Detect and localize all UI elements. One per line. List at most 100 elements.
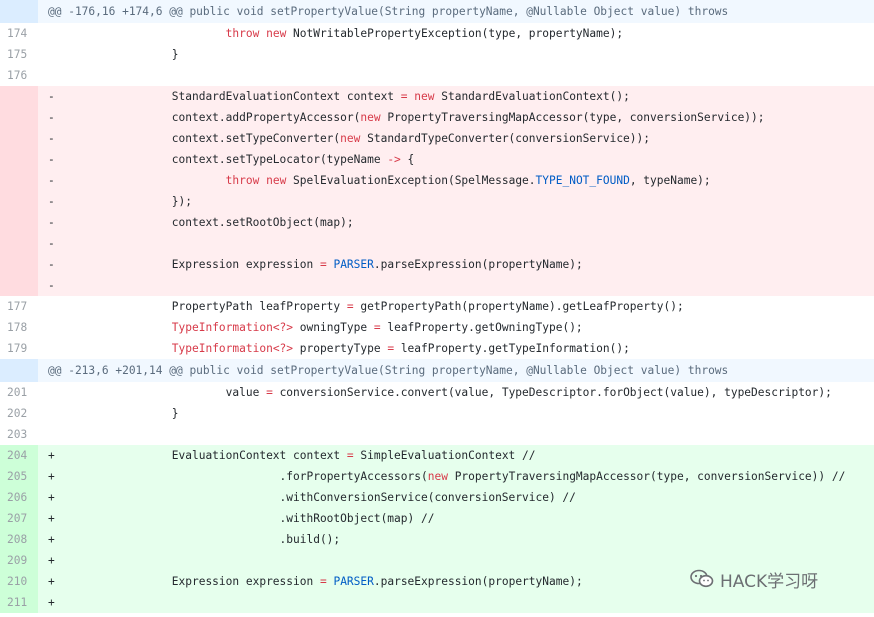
diff-marker	[38, 403, 64, 424]
line-number[interactable]: 207	[0, 508, 38, 529]
diff-marker: -	[48, 258, 55, 271]
line-number[interactable]: 174	[0, 23, 38, 44]
diff-line-ctx: 177 PropertyPath leafProperty = getPrope…	[0, 296, 874, 317]
line-number[interactable]	[0, 107, 38, 128]
code-token: .withConversionService(conversionService…	[64, 491, 576, 504]
diff-marker	[38, 317, 64, 338]
line-number[interactable]: 209	[0, 550, 38, 571]
hunk-header[interactable]: @@ -176,16 +174,6 @@ public void setProp…	[0, 0, 874, 23]
line-number[interactable]	[0, 128, 38, 149]
code-token: SimpleEvaluationContext //	[353, 449, 536, 462]
line-number[interactable]	[0, 233, 38, 254]
diff-line-ctx: 179 TypeInformation<?> propertyType = le…	[0, 338, 874, 359]
diff-marker	[38, 382, 64, 403]
code-token: PropertyTraversingMapAccessor(type, conv…	[380, 111, 765, 124]
code-token: owningType	[293, 321, 374, 334]
code-token: context.setTypeConverter(	[64, 132, 341, 145]
diff-marker: -	[48, 237, 55, 250]
line-number[interactable]	[0, 275, 38, 296]
code-token: PropertyTraversingMapAccessor(type, conv…	[447, 470, 846, 483]
code-token: =	[266, 386, 273, 399]
line-number[interactable]: 205	[0, 466, 38, 487]
code-token: context.setTypeLocator(typeName	[64, 153, 388, 166]
line-number[interactable]: 178	[0, 317, 38, 338]
code-token: TypeInformation<?>	[171, 321, 294, 334]
line-number[interactable]	[0, 212, 38, 233]
line-number[interactable]	[0, 170, 38, 191]
line-number[interactable]: 208	[0, 529, 38, 550]
line-number[interactable]: 202	[0, 403, 38, 424]
code-token: }	[64, 407, 179, 420]
code-token: leafProperty.getTypeInformation();	[394, 342, 630, 355]
diff-view: @@ -176,16 +174,6 @@ public void setProp…	[0, 0, 874, 613]
code-token: =	[373, 321, 381, 334]
code-content	[64, 233, 874, 254]
line-number	[0, 0, 38, 23]
line-number[interactable]	[0, 191, 38, 212]
code-token: .build();	[64, 533, 341, 546]
diff-line-add: 206 + .withConversionService(conversionSe…	[0, 487, 874, 508]
diff-marker: +	[48, 575, 55, 588]
code-content: StandardEvaluationContext context = new …	[64, 86, 874, 107]
code-token: =	[400, 90, 408, 103]
line-number[interactable]	[0, 254, 38, 275]
line-number[interactable]	[0, 149, 38, 170]
line-number[interactable]: 176	[0, 65, 38, 86]
diff-line-del: - StandardEvaluationContext context = ne…	[0, 86, 874, 107]
code-token: =	[319, 258, 327, 271]
diff-line-ctx: 202 }	[0, 403, 874, 424]
code-token: =	[346, 449, 354, 462]
diff-marker	[38, 338, 64, 359]
line-number[interactable]: 179	[0, 338, 38, 359]
code-token: PropertyPath leafProperty	[64, 300, 347, 313]
code-content: TypeInformation<?> propertyType = leafPr…	[64, 338, 874, 359]
code-content: .withRootObject(map) //	[64, 508, 874, 529]
code-token: new	[360, 111, 381, 124]
code-token: TypeInformation<?>	[171, 342, 294, 355]
code-token: }	[64, 48, 179, 61]
line-number[interactable]: 204	[0, 445, 38, 466]
code-token: leafProperty.getOwningType();	[380, 321, 583, 334]
line-number[interactable]	[0, 86, 38, 107]
line-number[interactable]: 175	[0, 44, 38, 65]
code-token: StandardTypeConverter(conversionService)…	[360, 132, 650, 145]
diff-line-del: - context.setRootObject(map);	[0, 212, 874, 233]
code-token: new	[414, 90, 435, 103]
code-content: }	[64, 44, 874, 65]
diff-marker: -	[48, 153, 55, 166]
diff-marker	[38, 296, 64, 317]
code-token: propertyType	[293, 342, 388, 355]
code-token: ->	[387, 153, 401, 166]
code-token: new	[340, 132, 361, 145]
code-token: {	[400, 153, 415, 166]
code-token: throw	[225, 174, 260, 187]
line-number[interactable]: 201	[0, 382, 38, 403]
diff-marker: -	[48, 216, 55, 229]
code-content: });	[64, 191, 874, 212]
diff-line-del: -	[0, 233, 874, 254]
diff-marker: +	[48, 533, 55, 546]
code-content: value = conversionService.convert(value,…	[64, 382, 874, 403]
code-content	[64, 275, 874, 296]
diff-line-ctx: 178 TypeInformation<?> owningType = leaf…	[0, 317, 874, 338]
line-number[interactable]: 177	[0, 296, 38, 317]
code-content: }	[64, 403, 874, 424]
diff-line-del: - });	[0, 191, 874, 212]
code-content: Expression expression = PARSER.parseExpr…	[64, 254, 874, 275]
line-number[interactable]: 210	[0, 571, 38, 592]
line-number[interactable]: 211	[0, 592, 38, 613]
hunk-header[interactable]: @@ -213,6 +201,14 @@ public void setProp…	[0, 359, 874, 382]
diff-line-ctx: 201 value = conversionService.convert(va…	[0, 382, 874, 403]
line-number[interactable]: 203	[0, 424, 38, 445]
code-token: Expression expression	[64, 258, 320, 271]
code-content: throw new SpelEvaluationException(SpelMe…	[64, 170, 874, 191]
code-content	[64, 592, 874, 613]
code-content: PropertyPath leafProperty = getPropertyP…	[64, 296, 874, 317]
line-number[interactable]: 206	[0, 487, 38, 508]
diff-line-add: 207 + .withRootObject(map) //	[0, 508, 874, 529]
diff-marker: +	[48, 554, 55, 567]
diff-marker: -	[48, 111, 55, 124]
diff-marker: -	[48, 195, 55, 208]
code-content: context.setTypeLocator(typeName -> {	[64, 149, 874, 170]
code-token: value	[64, 386, 267, 399]
